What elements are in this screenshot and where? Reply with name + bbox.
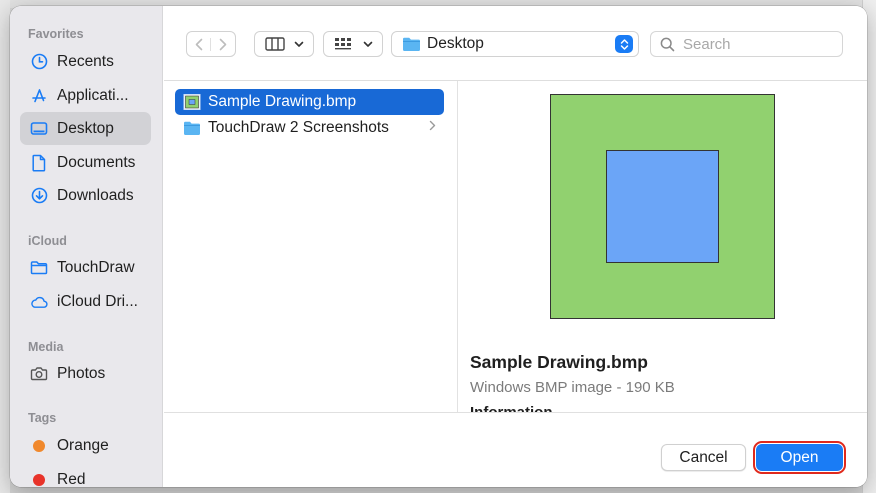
chevron-left-icon xyxy=(195,38,202,50)
file-row-touchdraw-screenshots[interactable]: TouchDraw 2 Screenshots xyxy=(175,115,444,141)
sidebar-item-label: Desktop xyxy=(57,119,114,137)
chevron-right-icon xyxy=(429,119,436,134)
sidebar-item-label: Orange xyxy=(57,436,109,454)
sidebar-item-icloud-drive[interactable]: iCloud Dri... xyxy=(20,285,151,318)
preview-file-name: Sample Drawing.bmp xyxy=(470,352,648,372)
sidebar-item-documents[interactable]: Documents xyxy=(20,146,151,179)
sidebar-item-label: Applicati... xyxy=(57,86,129,104)
open-file-dialog: Favorites Recents Applicati... Desktop D… xyxy=(10,6,867,487)
sidebar-item-label: TouchDraw xyxy=(57,258,135,276)
applications-icon xyxy=(30,87,48,105)
section-favorites: Favorites xyxy=(28,27,84,41)
location-label: Desktop xyxy=(427,35,484,52)
file-browser-column: Sample Drawing.bmp TouchDraw 2 Screensho… xyxy=(164,81,458,412)
background-left-strip xyxy=(0,0,10,493)
bmp-file-icon xyxy=(183,94,201,110)
sidebar-item-touchdraw[interactable]: TouchDraw xyxy=(20,251,151,284)
back-button[interactable] xyxy=(187,37,212,51)
file-name: TouchDraw 2 Screenshots xyxy=(208,119,389,136)
file-row-sample-drawing[interactable]: Sample Drawing.bmp xyxy=(175,89,444,115)
forward-button[interactable] xyxy=(211,38,235,51)
columns-view-icon xyxy=(264,37,285,51)
view-mode-button[interactable] xyxy=(254,31,314,57)
folder-icon xyxy=(403,37,420,51)
red-tag-icon xyxy=(30,471,48,488)
sidebar-item-label: Recents xyxy=(57,52,114,70)
sidebar-item-downloads[interactable]: Downloads xyxy=(20,179,151,212)
up-down-stepper-icon xyxy=(615,35,633,53)
preview-thumbnail xyxy=(550,94,775,319)
section-media: Media xyxy=(28,340,64,354)
back-forward-control xyxy=(186,31,236,57)
section-icloud: iCloud xyxy=(28,234,67,248)
sidebar-item-label: Downloads xyxy=(57,186,134,204)
chevron-right-icon xyxy=(219,38,227,50)
sidebar-item-tag-orange[interactable]: Orange xyxy=(20,429,151,462)
open-button[interactable]: Open xyxy=(753,441,846,474)
search-field[interactable] xyxy=(650,31,843,57)
sidebar-item-label: Documents xyxy=(57,153,136,171)
sidebar-item-label: Photos xyxy=(57,364,106,382)
folder-icon xyxy=(184,121,200,135)
search-input[interactable] xyxy=(683,35,833,53)
camera-icon xyxy=(30,365,48,383)
sidebar: Favorites Recents Applicati... Desktop D… xyxy=(10,6,163,487)
location-popup[interactable]: Desktop xyxy=(391,31,639,57)
sidebar-item-recents[interactable]: Recents xyxy=(20,45,151,78)
search-icon xyxy=(660,37,675,51)
preview-inner-square xyxy=(606,150,719,263)
download-icon xyxy=(30,187,48,205)
desktop-icon xyxy=(30,120,48,138)
sidebar-item-applications[interactable]: Applicati... xyxy=(20,79,151,112)
sidebar-item-photos[interactable]: Photos xyxy=(20,357,151,390)
sidebar-item-tag-red[interactable]: Red xyxy=(20,463,151,487)
sidebar-item-label: Red xyxy=(57,470,86,488)
sidebar-item-desktop[interactable]: Desktop xyxy=(20,112,151,145)
chevron-down-icon xyxy=(363,41,372,47)
orange-tag-icon xyxy=(30,437,48,455)
cancel-button[interactable]: Cancel xyxy=(661,444,746,471)
cloud-icon xyxy=(30,293,48,311)
group-by-button[interactable] xyxy=(323,31,383,57)
dialog-footer: Cancel Open xyxy=(164,412,867,487)
preview-pane: Sample Drawing.bmp Windows BMP image - 1… xyxy=(459,81,867,412)
section-tags: Tags xyxy=(28,411,57,425)
sidebar-item-label: iCloud Dri... xyxy=(57,292,138,310)
clock-icon xyxy=(30,53,48,71)
chevron-down-icon xyxy=(294,41,303,47)
file-name: Sample Drawing.bmp xyxy=(208,93,357,110)
preview-information-heading: Information xyxy=(470,404,553,412)
document-icon xyxy=(30,154,48,172)
preview-file-kind: Windows BMP image - 190 KB xyxy=(470,379,675,396)
toolbar: Desktop xyxy=(164,6,867,81)
grid-group-icon xyxy=(334,38,351,50)
folder-icon xyxy=(30,259,48,277)
